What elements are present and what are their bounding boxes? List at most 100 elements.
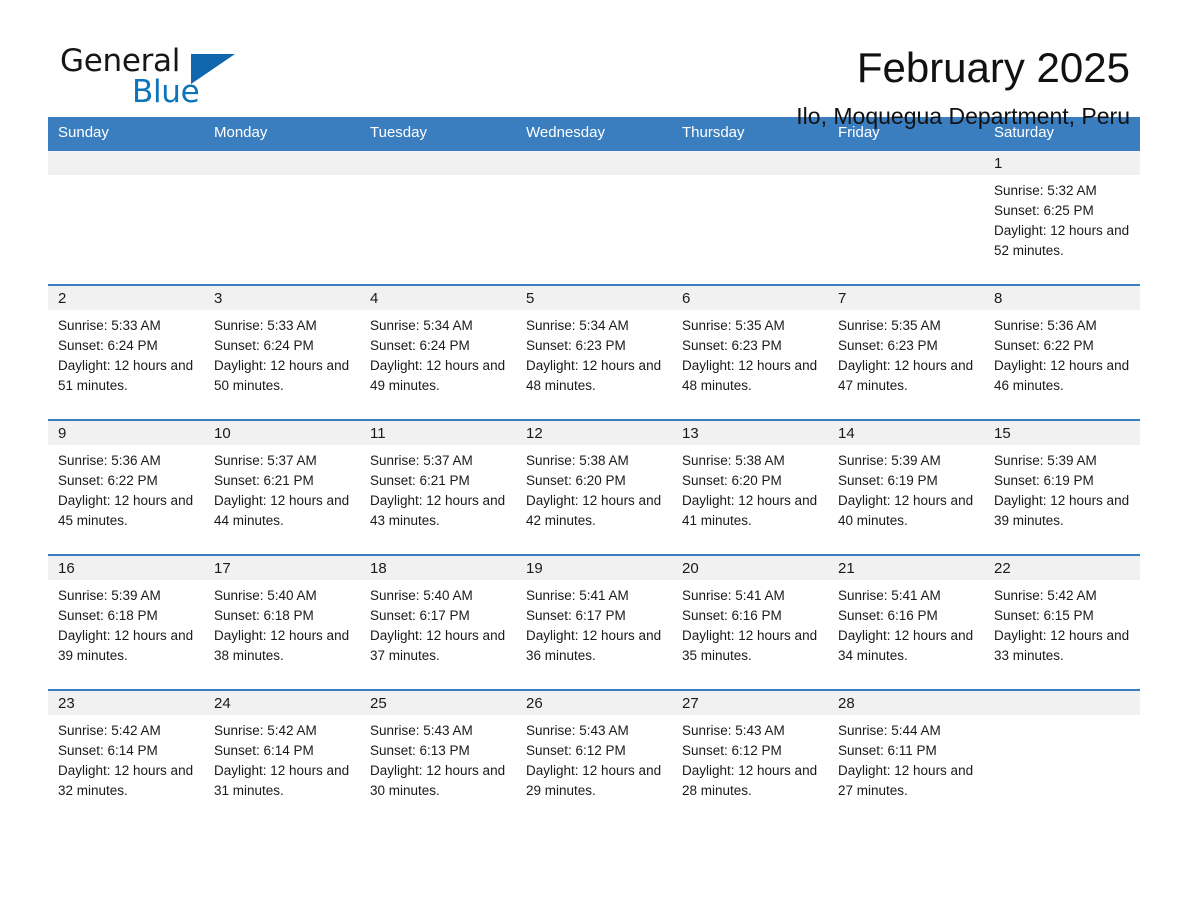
- calendar-day-cell[interactable]: 10 Sunrise: 5:37 AM Sunset: 6:21 PM Dayligh…: [204, 419, 360, 555]
- day-number: 28: [828, 691, 984, 715]
- sunset-text: Sunset: 6:22 PM: [994, 338, 1094, 353]
- sunset-text: Sunset: 6:23 PM: [838, 338, 938, 353]
- day-details: Sunrise: 5:44 AM Sunset: 6:11 PM Daylight:…: [828, 715, 984, 801]
- calendar-week-row: 23 Sunrise: 5:42 AM Sunset: 6:14 PM Dayligh…: [48, 689, 1140, 825]
- day-details: Sunrise: 5:41 AM Sunset: 6:17 PM Daylight:…: [516, 580, 672, 666]
- calendar-day-cell[interactable]: 2 Sunrise: 5:33 AM Sunset: 6:24 PM Daylight…: [48, 284, 204, 420]
- calendar-empty-cell: [204, 149, 360, 285]
- sunset-text: Sunset: 6:18 PM: [58, 608, 158, 623]
- sunrise-text: Sunrise: 5:36 AM: [58, 453, 161, 468]
- sunrise-text: Sunrise: 5:33 AM: [214, 318, 317, 333]
- calendar-day-cell[interactable]: 11 Sunrise: 5:37 AM Sunset: 6:21 PM Dayligh…: [360, 419, 516, 555]
- calendar-day-cell[interactable]: 7 Sunrise: 5:35 AM Sunset: 6:23 PM Daylight…: [828, 284, 984, 420]
- calendar-day-cell[interactable]: 17 Sunrise: 5:40 AM Sunset: 6:18 PM Dayligh…: [204, 554, 360, 690]
- calendar-day-cell[interactable]: 22 Sunrise: 5:42 AM Sunset: 6:15 PM Dayligh…: [984, 554, 1140, 690]
- sunset-text: Sunset: 6:18 PM: [214, 608, 314, 623]
- day-details: Sunrise: 5:38 AM Sunset: 6:20 PM Daylight:…: [672, 445, 828, 531]
- calendar-empty-cell: [516, 149, 672, 285]
- page-title: February 2025: [856, 44, 1130, 91]
- day-number: 3: [204, 286, 360, 310]
- day-number: 15: [984, 421, 1140, 445]
- daylight-text: Daylight: 12 hours and 39 minutes.: [58, 628, 194, 663]
- calendar-day-cell[interactable]: 13 Sunrise: 5:38 AM Sunset: 6:20 PM Dayligh…: [672, 419, 828, 555]
- sunset-text: Sunset: 6:12 PM: [682, 743, 782, 758]
- calendar-day-cell[interactable]: 5 Sunrise: 5:34 AM Sunset: 6:23 PM Daylight…: [516, 284, 672, 420]
- day-number: 21: [828, 556, 984, 580]
- calendar-table: Sunday Monday Tuesday Wednesday Thursday…: [48, 117, 1140, 825]
- day-details: Sunrise: 5:40 AM Sunset: 6:17 PM Daylight:…: [360, 580, 516, 666]
- daylight-text: Daylight: 12 hours and 34 minutes.: [838, 628, 974, 663]
- calendar-day-cell[interactable]: 20 Sunrise: 5:41 AM Sunset: 6:16 PM Dayligh…: [672, 554, 828, 690]
- daylight-text: Daylight: 12 hours and 45 minutes.: [58, 493, 194, 528]
- calendar-empty-cell: [48, 149, 204, 285]
- daylight-text: Daylight: 12 hours and 51 minutes.: [58, 358, 194, 393]
- calendar-day-cell[interactable]: 12 Sunrise: 5:38 AM Sunset: 6:20 PM Dayligh…: [516, 419, 672, 555]
- calendar-day-cell[interactable]: 25 Sunrise: 5:43 AM Sunset: 6:13 PM Dayligh…: [360, 689, 516, 825]
- day-details: Sunrise: 5:35 AM Sunset: 6:23 PM Daylight:…: [672, 310, 828, 396]
- day-details: Sunrise: 5:41 AM Sunset: 6:16 PM Daylight:…: [672, 580, 828, 666]
- sunset-text: Sunset: 6:17 PM: [526, 608, 626, 623]
- generalblue-logo[interactable]: General Blue: [48, 44, 248, 124]
- day-details: Sunrise: 5:34 AM Sunset: 6:23 PM Daylight:…: [516, 310, 672, 396]
- sunset-text: Sunset: 6:15 PM: [994, 608, 1094, 623]
- daylight-text: Daylight: 12 hours and 47 minutes.: [838, 358, 974, 393]
- sunrise-text: Sunrise: 5:34 AM: [526, 318, 629, 333]
- sunset-text: Sunset: 6:13 PM: [370, 743, 470, 758]
- calendar-day-cell[interactable]: 14 Sunrise: 5:39 AM Sunset: 6:19 PM Dayligh…: [828, 419, 984, 555]
- calendar-day-cell[interactable]: 21 Sunrise: 5:41 AM Sunset: 6:16 PM Dayligh…: [828, 554, 984, 690]
- day-number: 5: [516, 286, 672, 310]
- calendar-day-cell[interactable]: 4 Sunrise: 5:34 AM Sunset: 6:24 PM Daylight…: [360, 284, 516, 420]
- day-number: 11: [360, 421, 516, 445]
- calendar-day-cell[interactable]: 24 Sunrise: 5:42 AM Sunset: 6:14 PM Dayligh…: [204, 689, 360, 825]
- calendar-empty-cell: [360, 149, 516, 285]
- day-details: Sunrise: 5:43 AM Sunset: 6:12 PM Daylight:…: [516, 715, 672, 801]
- sunset-text: Sunset: 6:24 PM: [370, 338, 470, 353]
- triangle-icon: [191, 54, 235, 84]
- day-number: 6: [672, 286, 828, 310]
- calendar-page: General Blue February 2025 Ilo, Moquegua…: [0, 0, 1188, 918]
- calendar-day-cell[interactable]: 18 Sunrise: 5:40 AM Sunset: 6:17 PM Dayligh…: [360, 554, 516, 690]
- calendar-day-cell[interactable]: 1 Sunrise: 5:32 AM Sunset: 6:25 PM Daylight…: [984, 149, 1140, 285]
- sunrise-text: Sunrise: 5:43 AM: [526, 723, 629, 738]
- calendar-day-cell[interactable]: 27 Sunrise: 5:43 AM Sunset: 6:12 PM Dayligh…: [672, 689, 828, 825]
- sunrise-text: Sunrise: 5:35 AM: [682, 318, 785, 333]
- day-details: Sunrise: 5:37 AM Sunset: 6:21 PM Daylight:…: [204, 445, 360, 531]
- day-number: 1: [984, 151, 1140, 175]
- sunset-text: Sunset: 6:19 PM: [994, 473, 1094, 488]
- day-number: [672, 151, 828, 175]
- calendar-day-cell[interactable]: 19 Sunrise: 5:41 AM Sunset: 6:17 PM Dayligh…: [516, 554, 672, 690]
- calendar-day-cell[interactable]: 15 Sunrise: 5:39 AM Sunset: 6:19 PM Dayligh…: [984, 419, 1140, 555]
- daylight-text: Daylight: 12 hours and 43 minutes.: [370, 493, 506, 528]
- day-details: Sunrise: 5:41 AM Sunset: 6:16 PM Daylight:…: [828, 580, 984, 666]
- day-details: Sunrise: 5:34 AM Sunset: 6:24 PM Daylight:…: [360, 310, 516, 396]
- calendar-week-row: 16 Sunrise: 5:39 AM Sunset: 6:18 PM Dayligh…: [48, 554, 1140, 690]
- sunset-text: Sunset: 6:20 PM: [526, 473, 626, 488]
- sunrise-text: Sunrise: 5:34 AM: [370, 318, 473, 333]
- sunrise-text: Sunrise: 5:42 AM: [214, 723, 317, 738]
- sunset-text: Sunset: 6:24 PM: [58, 338, 158, 353]
- sunrise-text: Sunrise: 5:37 AM: [214, 453, 317, 468]
- day-number: 19: [516, 556, 672, 580]
- daylight-text: Daylight: 12 hours and 52 minutes.: [994, 223, 1130, 258]
- calendar-day-cell[interactable]: 23 Sunrise: 5:42 AM Sunset: 6:14 PM Dayligh…: [48, 689, 204, 825]
- daylight-text: Daylight: 12 hours and 48 minutes.: [526, 358, 662, 393]
- daylight-text: Daylight: 12 hours and 29 minutes.: [526, 763, 662, 798]
- daylight-text: Daylight: 12 hours and 48 minutes.: [682, 358, 818, 393]
- daylight-text: Daylight: 12 hours and 30 minutes.: [370, 763, 506, 798]
- calendar-day-cell[interactable]: 3 Sunrise: 5:33 AM Sunset: 6:24 PM Daylight…: [204, 284, 360, 420]
- calendar-day-cell[interactable]: 26 Sunrise: 5:43 AM Sunset: 6:12 PM Dayligh…: [516, 689, 672, 825]
- day-details: Sunrise: 5:43 AM Sunset: 6:12 PM Daylight:…: [672, 715, 828, 801]
- sunset-text: Sunset: 6:14 PM: [58, 743, 158, 758]
- daylight-text: Daylight: 12 hours and 35 minutes.: [682, 628, 818, 663]
- calendar-day-cell[interactable]: 6 Sunrise: 5:35 AM Sunset: 6:23 PM Daylight…: [672, 284, 828, 420]
- day-number: [516, 151, 672, 175]
- daylight-text: Daylight: 12 hours and 27 minutes.: [838, 763, 974, 798]
- sunrise-text: Sunrise: 5:39 AM: [58, 588, 161, 603]
- calendar-day-cell[interactable]: 28 Sunrise: 5:44 AM Sunset: 6:11 PM Dayligh…: [828, 689, 984, 825]
- calendar-day-cell[interactable]: 16 Sunrise: 5:39 AM Sunset: 6:18 PM Dayligh…: [48, 554, 204, 690]
- calendar-day-cell[interactable]: 8 Sunrise: 5:36 AM Sunset: 6:22 PM Daylight…: [984, 284, 1140, 420]
- sunrise-text: Sunrise: 5:41 AM: [682, 588, 785, 603]
- day-number: 18: [360, 556, 516, 580]
- sunset-text: Sunset: 6:23 PM: [682, 338, 782, 353]
- calendar-day-cell[interactable]: 9 Sunrise: 5:36 AM Sunset: 6:22 PM Daylight…: [48, 419, 204, 555]
